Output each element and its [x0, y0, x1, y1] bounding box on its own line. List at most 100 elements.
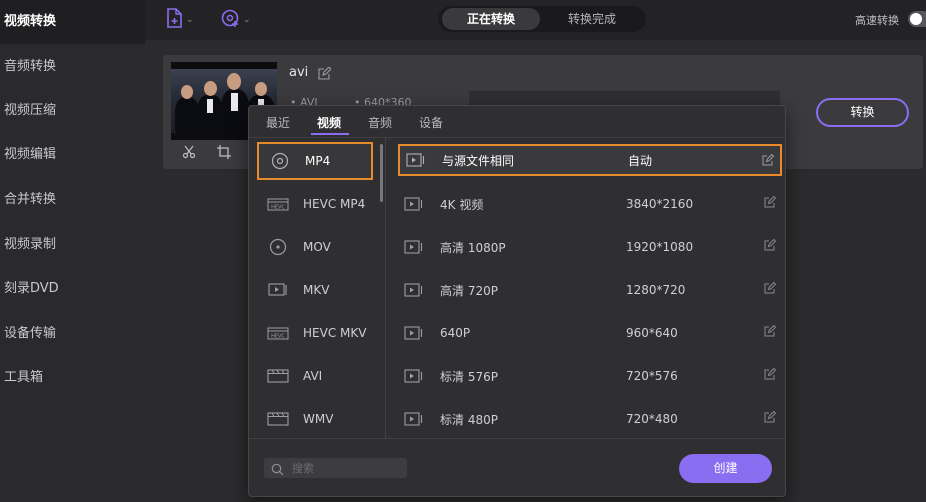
- hevc-icon: HEVC: [265, 323, 291, 343]
- video-icon: [404, 412, 426, 426]
- format-item-hevc-mkv[interactable]: HEVC HEVC MKV: [257, 314, 373, 352]
- resolution-value: 960*640: [626, 326, 678, 340]
- svg-text:HEVC: HEVC: [271, 205, 285, 211]
- tab-device[interactable]: 设备: [419, 114, 443, 131]
- tab-recent[interactable]: 最近: [266, 114, 290, 131]
- sidebar-item-toolbox[interactable]: 工具箱: [0, 356, 145, 400]
- edit-icon[interactable]: [764, 238, 777, 254]
- resolution-value: 1920*1080: [626, 240, 694, 254]
- tab-converting[interactable]: 正在转换: [442, 8, 540, 30]
- resolution-value: 自动: [628, 153, 653, 168]
- chevron-down-icon: ⌄: [186, 15, 194, 25]
- resolution-value: 3840*2160: [626, 197, 694, 211]
- high-speed-label: 高速转换: [855, 14, 899, 27]
- format-list-scrollbar[interactable]: [380, 144, 383, 202]
- search-icon: [271, 461, 284, 480]
- format-item-wmv[interactable]: WMV: [257, 400, 373, 438]
- resolution-list: 与源文件相同 自动 4K 视频 3840*2160 高清 1080P 1920*…: [386, 138, 786, 438]
- video-icon: [404, 326, 426, 340]
- hevc-icon: HEVC: [265, 194, 291, 214]
- clapper-icon: [265, 409, 291, 429]
- file-name: avi: [289, 65, 309, 80]
- chevron-down-icon: ⌄: [243, 15, 251, 25]
- clapper-icon: [265, 366, 291, 386]
- resolution-name: 高清 1080P: [440, 240, 506, 255]
- resolution-item-720p[interactable]: 高清 720P 1280*720: [398, 274, 782, 306]
- sidebar-item-video-edit[interactable]: 视频编辑: [0, 133, 145, 177]
- sidebar-item-video-convert[interactable]: 视频转换: [0, 0, 145, 44]
- resolution-value: 720*480: [626, 412, 678, 426]
- format-list: MP4 HEVC HEVC MP4 MOV MKV HEVC HEVC MKV …: [249, 138, 385, 438]
- video-icon: [404, 283, 426, 297]
- resolution-name: 标清 480P: [440, 412, 498, 427]
- resolution-value: 1280*720: [626, 283, 686, 297]
- format-label: HEVC MKV: [303, 326, 367, 340]
- resolution-item-576p[interactable]: 标清 576P 720*576: [398, 360, 782, 392]
- edit-icon[interactable]: [764, 324, 777, 340]
- search-box: [264, 458, 407, 478]
- rename-icon[interactable]: [318, 65, 332, 84]
- active-tab-indicator: [311, 133, 349, 135]
- format-label: MKV: [303, 283, 330, 297]
- edit-icon[interactable]: [762, 153, 775, 169]
- resolution-item-4k[interactable]: 4K 视频 3840*2160: [398, 188, 782, 220]
- convert-status-tabs: 正在转换 转换完成: [438, 6, 646, 32]
- disc-icon: [265, 237, 291, 257]
- resolution-name: 与源文件相同: [442, 153, 515, 168]
- video-icon: [406, 153, 428, 167]
- resolution-name: 高清 720P: [440, 283, 498, 298]
- create-button[interactable]: 创建: [679, 454, 772, 483]
- search-input[interactable]: [292, 460, 400, 476]
- sidebar-item-burn-dvd[interactable]: 刻录DVD: [0, 267, 145, 311]
- edit-icon[interactable]: [764, 367, 777, 383]
- format-label: WMV: [303, 412, 334, 426]
- toggle-knob: [910, 13, 922, 25]
- tab-converted[interactable]: 转换完成: [542, 8, 642, 30]
- format-label: MP4: [305, 154, 331, 168]
- crop-icon[interactable]: [216, 144, 231, 162]
- top-bar: ⌄ ⌄ 正在转换 转换完成 高速转换: [145, 0, 926, 40]
- format-item-avi[interactable]: AVI: [257, 357, 373, 395]
- add-media-icon: [220, 8, 240, 32]
- disc-icon: [267, 151, 293, 171]
- format-item-hevc-mp4[interactable]: HEVC HEVC MP4: [257, 185, 373, 223]
- video-icon: [404, 197, 426, 211]
- add-file-icon: [165, 8, 183, 32]
- divider: [249, 438, 785, 439]
- resolution-item-480p[interactable]: 标清 480P 720*480: [398, 403, 782, 435]
- resolution-name: 标清 576P: [440, 369, 498, 384]
- video-icon: [404, 240, 426, 254]
- add-media-button[interactable]: ⌄: [220, 8, 251, 32]
- video-icon: [404, 369, 426, 383]
- format-popup: 最近 视频 音频 设备 MP4 HEVC HEVC MP4 MOV MKV HE…: [248, 105, 786, 497]
- resolution-item-same-as-source[interactable]: 与源文件相同 自动: [398, 144, 782, 176]
- resolution-item-1080p[interactable]: 高清 1080P 1920*1080: [398, 231, 782, 263]
- sidebar-item-audio-convert[interactable]: 音频转换: [0, 45, 145, 89]
- tab-audio[interactable]: 音频: [368, 114, 392, 131]
- sidebar-item-device-transfer[interactable]: 设备传输: [0, 312, 145, 356]
- convert-button[interactable]: 转换: [816, 98, 909, 127]
- resolution-name: 640P: [440, 326, 471, 340]
- svg-text:HEVC: HEVC: [271, 334, 285, 340]
- scissors-icon[interactable]: [182, 145, 196, 162]
- sidebar-item-video-record[interactable]: 视频录制: [0, 223, 145, 267]
- format-label: HEVC MP4: [303, 197, 366, 211]
- format-item-mp4[interactable]: MP4: [257, 142, 373, 180]
- edit-icon[interactable]: [764, 281, 777, 297]
- resolution-name: 4K 视频: [440, 197, 484, 212]
- sidebar-item-video-compress[interactable]: 视频压缩: [0, 89, 145, 133]
- sidebar-item-merge-convert[interactable]: 合并转换: [0, 178, 145, 222]
- format-item-mkv[interactable]: MKV: [257, 271, 373, 309]
- format-label: AVI: [303, 369, 323, 383]
- add-file-button[interactable]: ⌄: [165, 8, 194, 32]
- resolution-item-640p[interactable]: 640P 960*640: [398, 317, 782, 349]
- sidebar: 视频转换 音频转换 视频压缩 视频编辑 合并转换 视频录制 刻录DVD 设备传输…: [0, 0, 145, 502]
- tab-video[interactable]: 视频: [317, 114, 341, 131]
- high-speed-toggle[interactable]: [908, 11, 926, 27]
- format-item-mov[interactable]: MOV: [257, 228, 373, 266]
- edit-icon[interactable]: [764, 195, 777, 211]
- mkv-icon: [265, 280, 291, 300]
- format-label: MOV: [303, 240, 331, 254]
- edit-icon[interactable]: [764, 410, 777, 426]
- resolution-value: 720*576: [626, 369, 678, 383]
